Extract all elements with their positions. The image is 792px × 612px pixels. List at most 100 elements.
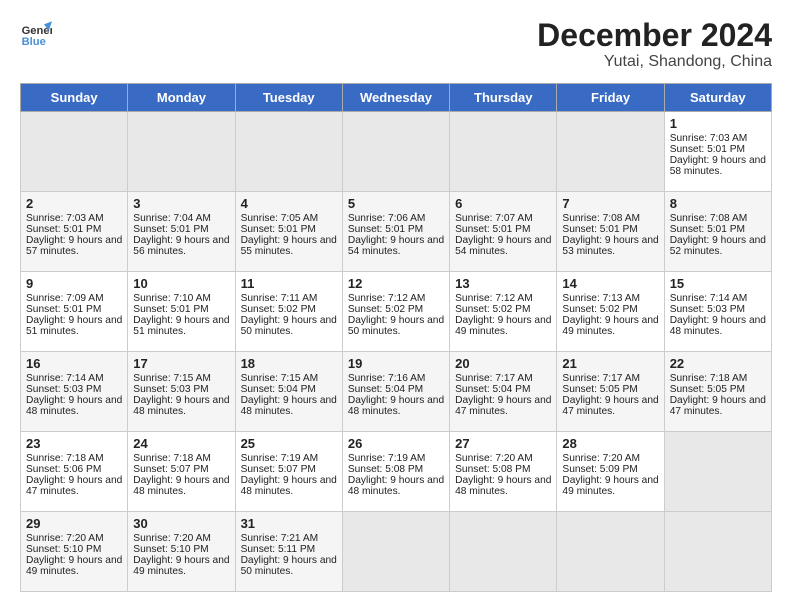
calendar-week-row: 9 Sunrise: 7:09 AM Sunset: 5:01 PM Dayli… bbox=[21, 272, 772, 352]
day-number: 7 bbox=[562, 196, 658, 211]
daylight: Daylight: 9 hours and 50 minutes. bbox=[241, 555, 337, 577]
daylight: Daylight: 9 hours and 52 minutes. bbox=[670, 235, 766, 257]
calendar-cell: 19 Sunrise: 7:16 AM Sunset: 5:04 PM Dayl… bbox=[342, 352, 449, 432]
day-number: 15 bbox=[670, 276, 766, 291]
calendar-cell bbox=[128, 112, 235, 192]
daylight: Daylight: 9 hours and 48 minutes. bbox=[133, 475, 229, 497]
daylight: Daylight: 9 hours and 57 minutes. bbox=[26, 235, 122, 257]
day-number: 11 bbox=[241, 276, 337, 291]
daylight: Daylight: 9 hours and 47 minutes. bbox=[562, 395, 658, 417]
calendar-title: December 2024 bbox=[537, 18, 772, 53]
calendar-cell: 11 Sunrise: 7:11 AM Sunset: 5:02 PM Dayl… bbox=[235, 272, 342, 352]
sunrise: Sunrise: 7:21 AM bbox=[241, 533, 319, 544]
day-number: 18 bbox=[241, 356, 337, 371]
sunset: Sunset: 5:01 PM bbox=[241, 224, 316, 235]
calendar-cell: 15 Sunrise: 7:14 AM Sunset: 5:03 PM Dayl… bbox=[664, 272, 771, 352]
sunrise: Sunrise: 7:15 AM bbox=[241, 373, 319, 384]
sunset: Sunset: 5:01 PM bbox=[455, 224, 530, 235]
sunrise: Sunrise: 7:07 AM bbox=[455, 213, 533, 224]
sunrise: Sunrise: 7:20 AM bbox=[26, 533, 104, 544]
col-saturday: Saturday bbox=[664, 84, 771, 112]
sunrise: Sunrise: 7:12 AM bbox=[348, 293, 426, 304]
calendar-week-row: 23 Sunrise: 7:18 AM Sunset: 5:06 PM Dayl… bbox=[21, 432, 772, 512]
day-number: 2 bbox=[26, 196, 122, 211]
day-number: 16 bbox=[26, 356, 122, 371]
daylight: Daylight: 9 hours and 54 minutes. bbox=[348, 235, 444, 257]
daylight: Daylight: 9 hours and 47 minutes. bbox=[26, 475, 122, 497]
sunrise: Sunrise: 7:18 AM bbox=[26, 453, 104, 464]
daylight: Daylight: 9 hours and 56 minutes. bbox=[133, 235, 229, 257]
daylight: Daylight: 9 hours and 55 minutes. bbox=[241, 235, 337, 257]
calendar-cell: 13 Sunrise: 7:12 AM Sunset: 5:02 PM Dayl… bbox=[450, 272, 557, 352]
calendar-cell bbox=[664, 432, 771, 512]
sunrise: Sunrise: 7:03 AM bbox=[670, 133, 748, 144]
sunset: Sunset: 5:01 PM bbox=[670, 224, 745, 235]
day-number: 22 bbox=[670, 356, 766, 371]
calendar-cell: 6 Sunrise: 7:07 AM Sunset: 5:01 PM Dayli… bbox=[450, 192, 557, 272]
sunset: Sunset: 5:02 PM bbox=[348, 304, 423, 315]
calendar-cell: 27 Sunrise: 7:20 AM Sunset: 5:08 PM Dayl… bbox=[450, 432, 557, 512]
title-block: December 2024 Yutai, Shandong, China bbox=[537, 18, 772, 71]
sunset: Sunset: 5:03 PM bbox=[670, 304, 745, 315]
daylight: Daylight: 9 hours and 49 minutes. bbox=[562, 475, 658, 497]
calendar-cell: 9 Sunrise: 7:09 AM Sunset: 5:01 PM Dayli… bbox=[21, 272, 128, 352]
header-row: Sunday Monday Tuesday Wednesday Thursday… bbox=[21, 84, 772, 112]
calendar-cell: 8 Sunrise: 7:08 AM Sunset: 5:01 PM Dayli… bbox=[664, 192, 771, 272]
day-number: 6 bbox=[455, 196, 551, 211]
calendar-subtitle: Yutai, Shandong, China bbox=[537, 53, 772, 71]
sunrise: Sunrise: 7:18 AM bbox=[133, 453, 211, 464]
col-tuesday: Tuesday bbox=[235, 84, 342, 112]
daylight: Daylight: 9 hours and 49 minutes. bbox=[562, 315, 658, 337]
sunset: Sunset: 5:01 PM bbox=[26, 304, 101, 315]
day-number: 19 bbox=[348, 356, 444, 371]
calendar-cell: 18 Sunrise: 7:15 AM Sunset: 5:04 PM Dayl… bbox=[235, 352, 342, 432]
daylight: Daylight: 9 hours and 49 minutes. bbox=[133, 555, 229, 577]
calendar-cell: 23 Sunrise: 7:18 AM Sunset: 5:06 PM Dayl… bbox=[21, 432, 128, 512]
daylight: Daylight: 9 hours and 50 minutes. bbox=[348, 315, 444, 337]
calendar-cell: 20 Sunrise: 7:17 AM Sunset: 5:04 PM Dayl… bbox=[450, 352, 557, 432]
daylight: Daylight: 9 hours and 48 minutes. bbox=[348, 475, 444, 497]
calendar-cell: 3 Sunrise: 7:04 AM Sunset: 5:01 PM Dayli… bbox=[128, 192, 235, 272]
sunset: Sunset: 5:09 PM bbox=[562, 464, 637, 475]
day-number: 26 bbox=[348, 436, 444, 451]
sunrise: Sunrise: 7:09 AM bbox=[26, 293, 104, 304]
daylight: Daylight: 9 hours and 48 minutes. bbox=[670, 315, 766, 337]
daylight: Daylight: 9 hours and 53 minutes. bbox=[562, 235, 658, 257]
day-number: 25 bbox=[241, 436, 337, 451]
day-number: 24 bbox=[133, 436, 229, 451]
daylight: Daylight: 9 hours and 48 minutes. bbox=[241, 475, 337, 497]
header: General Blue December 2024 Yutai, Shando… bbox=[20, 18, 772, 71]
daylight: Daylight: 9 hours and 50 minutes. bbox=[241, 315, 337, 337]
day-number: 28 bbox=[562, 436, 658, 451]
calendar-cell: 26 Sunrise: 7:19 AM Sunset: 5:08 PM Dayl… bbox=[342, 432, 449, 512]
day-number: 23 bbox=[26, 436, 122, 451]
day-number: 9 bbox=[26, 276, 122, 291]
col-thursday: Thursday bbox=[450, 84, 557, 112]
sunset: Sunset: 5:05 PM bbox=[562, 384, 637, 395]
day-number: 30 bbox=[133, 516, 229, 531]
sunrise: Sunrise: 7:05 AM bbox=[241, 213, 319, 224]
logo-icon: General Blue bbox=[20, 18, 52, 50]
daylight: Daylight: 9 hours and 49 minutes. bbox=[455, 315, 551, 337]
calendar-cell: 31 Sunrise: 7:21 AM Sunset: 5:11 PM Dayl… bbox=[235, 512, 342, 592]
calendar-body: 1 Sunrise: 7:03 AM Sunset: 5:01 PM Dayli… bbox=[21, 112, 772, 592]
sunrise: Sunrise: 7:13 AM bbox=[562, 293, 640, 304]
daylight: Daylight: 9 hours and 48 minutes. bbox=[133, 395, 229, 417]
sunrise: Sunrise: 7:10 AM bbox=[133, 293, 211, 304]
calendar-cell bbox=[450, 512, 557, 592]
sunset: Sunset: 5:10 PM bbox=[133, 544, 208, 555]
sunrise: Sunrise: 7:08 AM bbox=[562, 213, 640, 224]
svg-text:Blue: Blue bbox=[22, 36, 46, 48]
sunrise: Sunrise: 7:03 AM bbox=[26, 213, 104, 224]
daylight: Daylight: 9 hours and 48 minutes. bbox=[26, 395, 122, 417]
sunrise: Sunrise: 7:20 AM bbox=[133, 533, 211, 544]
sunset: Sunset: 5:08 PM bbox=[455, 464, 530, 475]
calendar-week-row: 29 Sunrise: 7:20 AM Sunset: 5:10 PM Dayl… bbox=[21, 512, 772, 592]
day-number: 1 bbox=[670, 116, 766, 131]
daylight: Daylight: 9 hours and 47 minutes. bbox=[455, 395, 551, 417]
day-number: 14 bbox=[562, 276, 658, 291]
calendar-cell: 1 Sunrise: 7:03 AM Sunset: 5:01 PM Dayli… bbox=[664, 112, 771, 192]
sunset: Sunset: 5:02 PM bbox=[562, 304, 637, 315]
sunset: Sunset: 5:01 PM bbox=[26, 224, 101, 235]
calendar-cell bbox=[235, 112, 342, 192]
